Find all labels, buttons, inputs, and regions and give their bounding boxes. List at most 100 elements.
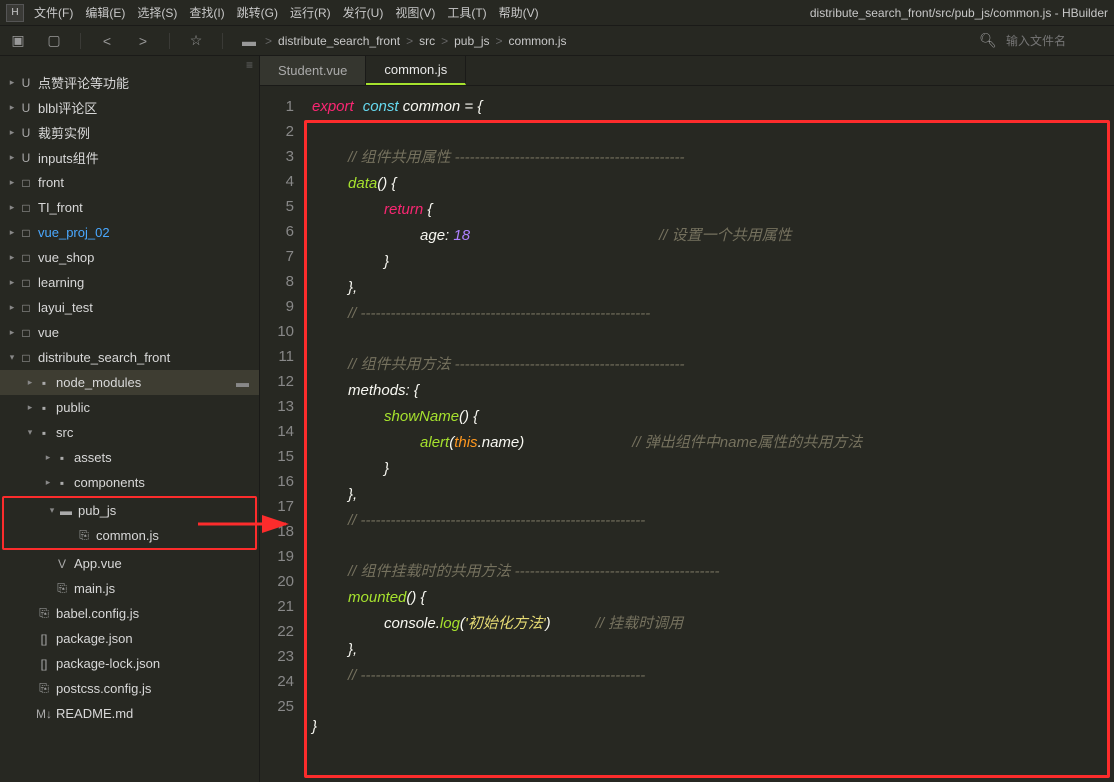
toolbar-separator [80, 33, 81, 49]
menu-edit[interactable]: 编辑(E) [85, 4, 125, 21]
tree-arrow-icon[interactable]: ▾ [46, 505, 58, 516]
tree-item[interactable]: ▸▪node_modules▬ [0, 370, 259, 395]
menu-select[interactable]: 选择(S) [137, 4, 177, 21]
file-icon: □ [18, 326, 34, 340]
tree-arrow-icon[interactable]: ▸ [6, 177, 18, 188]
tree-item[interactable]: M↓README.md [0, 701, 259, 726]
tree-item[interactable]: ▸□TI_front [0, 195, 259, 220]
tree-highlight-box: ▾▬pub_js⎘common.js [2, 496, 257, 550]
tree-arrow-icon[interactable]: ▸ [6, 302, 18, 313]
tree-arrow-icon[interactable]: ▸ [6, 152, 18, 163]
tree-item[interactable]: ▸U点赞评论等功能 [0, 70, 259, 95]
tree-item[interactable]: []package.json [0, 626, 259, 651]
tree-arrow-icon[interactable]: ▸ [42, 452, 54, 463]
breadcrumb: ▬ > distribute_search_front > src > pub_… [239, 33, 567, 49]
menu-goto[interactable]: 跳转(G) [237, 4, 278, 21]
back-icon[interactable]: < [97, 33, 117, 49]
file-icon: □ [18, 226, 34, 240]
folder-icon: ▬ [239, 33, 259, 49]
tree-arrow-icon[interactable]: ▾ [6, 352, 18, 363]
forward-icon[interactable]: > [133, 33, 153, 49]
tree-item[interactable]: ▸□front [0, 170, 259, 195]
menu-tools[interactable]: 工具(T) [447, 4, 486, 21]
search-file-icon[interactable]: 🔍︎ [978, 32, 998, 49]
tree-item[interactable]: ▸□learning [0, 270, 259, 295]
tree-item[interactable]: ▸□vue [0, 320, 259, 345]
file-icon: U [18, 101, 34, 115]
tree-item-label: postcss.config.js [56, 681, 151, 696]
tree-item[interactable]: ▸□layui_test [0, 295, 259, 320]
tree-arrow-icon[interactable]: ▸ [24, 402, 36, 413]
tree-item-label: public [56, 400, 90, 415]
code-content[interactable]: export const common = { // 组件共用属性 ------… [304, 86, 1114, 782]
file-icon: U [18, 151, 34, 165]
editor-area: Student.vue common.js 123456789101112131… [260, 56, 1114, 782]
tree-item[interactable]: ▸Ublbl评论区 [0, 95, 259, 120]
tree-arrow-icon[interactable]: ▸ [6, 102, 18, 113]
tree-arrow-icon[interactable]: ▸ [6, 227, 18, 238]
menu-find[interactable]: 查找(I) [189, 4, 224, 21]
file-icon: ▪ [54, 451, 70, 465]
tree-item-label: common.js [96, 528, 159, 543]
tree-item-label: inputs组件 [38, 148, 99, 167]
tree-item[interactable]: ▸▪ public [0, 395, 259, 420]
tree-item-label: assets [74, 450, 112, 465]
file-icon: □ [18, 351, 34, 365]
tree-arrow-icon[interactable]: ▸ [6, 202, 18, 213]
tree-item[interactable]: ▸□vue_proj_02 [0, 220, 259, 245]
tree-item[interactable]: ▾□ distribute_search_front [0, 345, 259, 370]
tree-arrow-icon[interactable]: ▸ [6, 327, 18, 338]
tree-arrow-icon[interactable]: ▸ [24, 377, 36, 388]
crumb-pubjs[interactable]: pub_js [454, 34, 489, 48]
tab-common[interactable]: common.js [366, 56, 466, 85]
tree-item-label: components [74, 475, 145, 490]
menu-view[interactable]: 视图(V) [395, 4, 435, 21]
tree-item[interactable]: ⎘main.js [0, 576, 259, 601]
app-logo: H [6, 4, 24, 22]
file-icon: M↓ [36, 707, 52, 721]
search-box: 🔍︎ [978, 32, 1106, 49]
tree-arrow-icon[interactable]: ▸ [6, 252, 18, 263]
tree-arrow-icon[interactable]: ▸ [42, 477, 54, 488]
tree-item[interactable]: ▸▪components [0, 470, 259, 495]
save-icon[interactable]: ▢ [44, 32, 64, 49]
tree-item[interactable]: ⎘babel.config.js [0, 601, 259, 626]
tree-item[interactable]: VApp.vue [0, 551, 259, 576]
tree-item[interactable]: []package-lock.json [0, 651, 259, 676]
tree-item-label: 裁剪实例 [38, 123, 90, 142]
menu-run[interactable]: 运行(R) [290, 4, 331, 21]
tree-item[interactable]: ▸Uinputs组件 [0, 145, 259, 170]
tree-item[interactable]: ⎘postcss.config.js [0, 676, 259, 701]
tree-item[interactable]: ▸▪ assets [0, 445, 259, 470]
tree-item-label: package-lock.json [56, 656, 160, 671]
crumb-src[interactable]: src [419, 34, 435, 48]
file-icon: V [54, 557, 70, 571]
tree-item-label: layui_test [38, 300, 93, 315]
tree-item[interactable]: ▾▪src [0, 420, 259, 445]
tree-arrow-icon[interactable]: ▸ [6, 127, 18, 138]
toolbar: ▣ ▢ < > ☆ ▬ > distribute_search_front > … [0, 26, 1114, 56]
menu-file[interactable]: 文件(F) [34, 4, 73, 21]
file-icon: ▪ [36, 401, 52, 415]
tree-item-label: babel.config.js [56, 606, 139, 621]
tree-item[interactable]: ▾▬pub_js [4, 498, 255, 523]
star-icon[interactable]: ☆ [186, 32, 206, 49]
sidebar: ≡ ▸U点赞评论等功能▸Ublbl评论区▸U裁剪实例▸Uinputs组件▸□fr… [0, 56, 260, 782]
tree-arrow-icon[interactable]: ▾ [24, 427, 36, 438]
tree-arrow-icon[interactable]: ▸ [6, 277, 18, 288]
crumb-file[interactable]: common.js [509, 34, 567, 48]
search-input[interactable] [1006, 34, 1106, 48]
crumb-project[interactable]: distribute_search_front [278, 34, 400, 48]
tree-item-label: distribute_search_front [38, 350, 170, 365]
toolbar-separator [222, 33, 223, 49]
editor-tabs: Student.vue common.js [260, 56, 1114, 86]
tab-student[interactable]: Student.vue [260, 56, 366, 85]
tree-item[interactable]: ▸□vue_shop [0, 245, 259, 270]
explorer-icon[interactable]: ▣ [8, 32, 28, 49]
tree-arrow-icon[interactable]: ▸ [6, 77, 18, 88]
menu-help[interactable]: 帮助(V) [499, 4, 539, 21]
tree-item[interactable]: ⎘common.js [4, 523, 255, 548]
file-icon: □ [18, 276, 34, 290]
menu-publish[interactable]: 发行(U) [343, 4, 384, 21]
tree-item[interactable]: ▸U裁剪实例 [0, 120, 259, 145]
